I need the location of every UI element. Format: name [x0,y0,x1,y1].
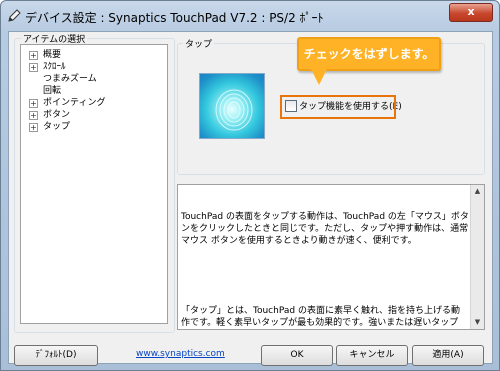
title-bar[interactable]: デバイス設定 : Synaptics TouchPad V7.2 : PS/2 … [1,1,499,33]
description-scrollbar[interactable]: ▲ ▼ [470,185,484,329]
ok-button[interactable]: OK [261,345,333,366]
expand-icon[interactable]: + [29,51,38,60]
fingerprint-icon [215,89,253,131]
default-button[interactable]: ﾃﾞﾌｫﾙﾄ(D) [14,345,98,366]
tap-group-legend: タップ [183,37,215,50]
callout-pointer [311,69,327,85]
description-box[interactable]: TouchPad の表面をタップする動作は、TouchPad の左「マウス」ボタ… [177,184,485,330]
apply-button[interactable]: 適用(A) [412,345,484,366]
tree-item-pinch-zoom[interactable]: つまみズーム [43,73,97,85]
tree-item-pointing[interactable]: ポインティング [43,97,105,109]
description-paragraph-2: 「タップ」とは、TouchPad の表面に素早く触れ、指を持ち上げる動作です。軽… [181,306,461,328]
close-button[interactable]: x [449,3,493,22]
tree-item-buttons[interactable]: ボタン [43,109,70,121]
expand-icon[interactable]: + [29,111,38,120]
cancel-button[interactable]: キャンセル [336,345,408,366]
highlight-frame [280,95,396,119]
scroll-up-arrow-icon[interactable]: ▲ [472,186,483,197]
tree-item-rotate[interactable]: 回転 [43,85,61,97]
expand-icon[interactable]: + [29,63,38,72]
description-text: TouchPad の表面をタップする動作は、TouchPad の左「マウス」ボタ… [181,187,469,329]
tree-item-tap[interactable]: タップ [43,121,70,133]
tree-item-scroll[interactable]: ｽｸﾛｰﾙ [43,61,66,73]
tree-item-overview[interactable]: 概要 [43,49,61,61]
callout-uncheck: チェックをはずします。 [297,37,441,71]
item-tree[interactable]: + 概要 + ｽｸﾛｰﾙ つまみズーム 回転 + ポインティング + ボタン +… [20,44,168,324]
device-settings-window: デバイス設定 : Synaptics TouchPad V7.2 : PS/2 … [0,0,500,371]
tap-fingerprint-image [199,73,265,139]
window-title: デバイス設定 : Synaptics TouchPad V7.2 : PS/2 … [25,11,324,25]
scroll-down-arrow-icon[interactable]: ▼ [472,317,483,328]
expand-icon[interactable]: + [29,123,38,132]
pen-icon [8,9,21,22]
description-paragraph-1: TouchPad の表面をタップする動作は、TouchPad の左「マウス」ボタ… [181,212,469,246]
synaptics-link[interactable]: www.synaptics.com [136,349,225,359]
expand-icon[interactable]: + [29,99,38,108]
